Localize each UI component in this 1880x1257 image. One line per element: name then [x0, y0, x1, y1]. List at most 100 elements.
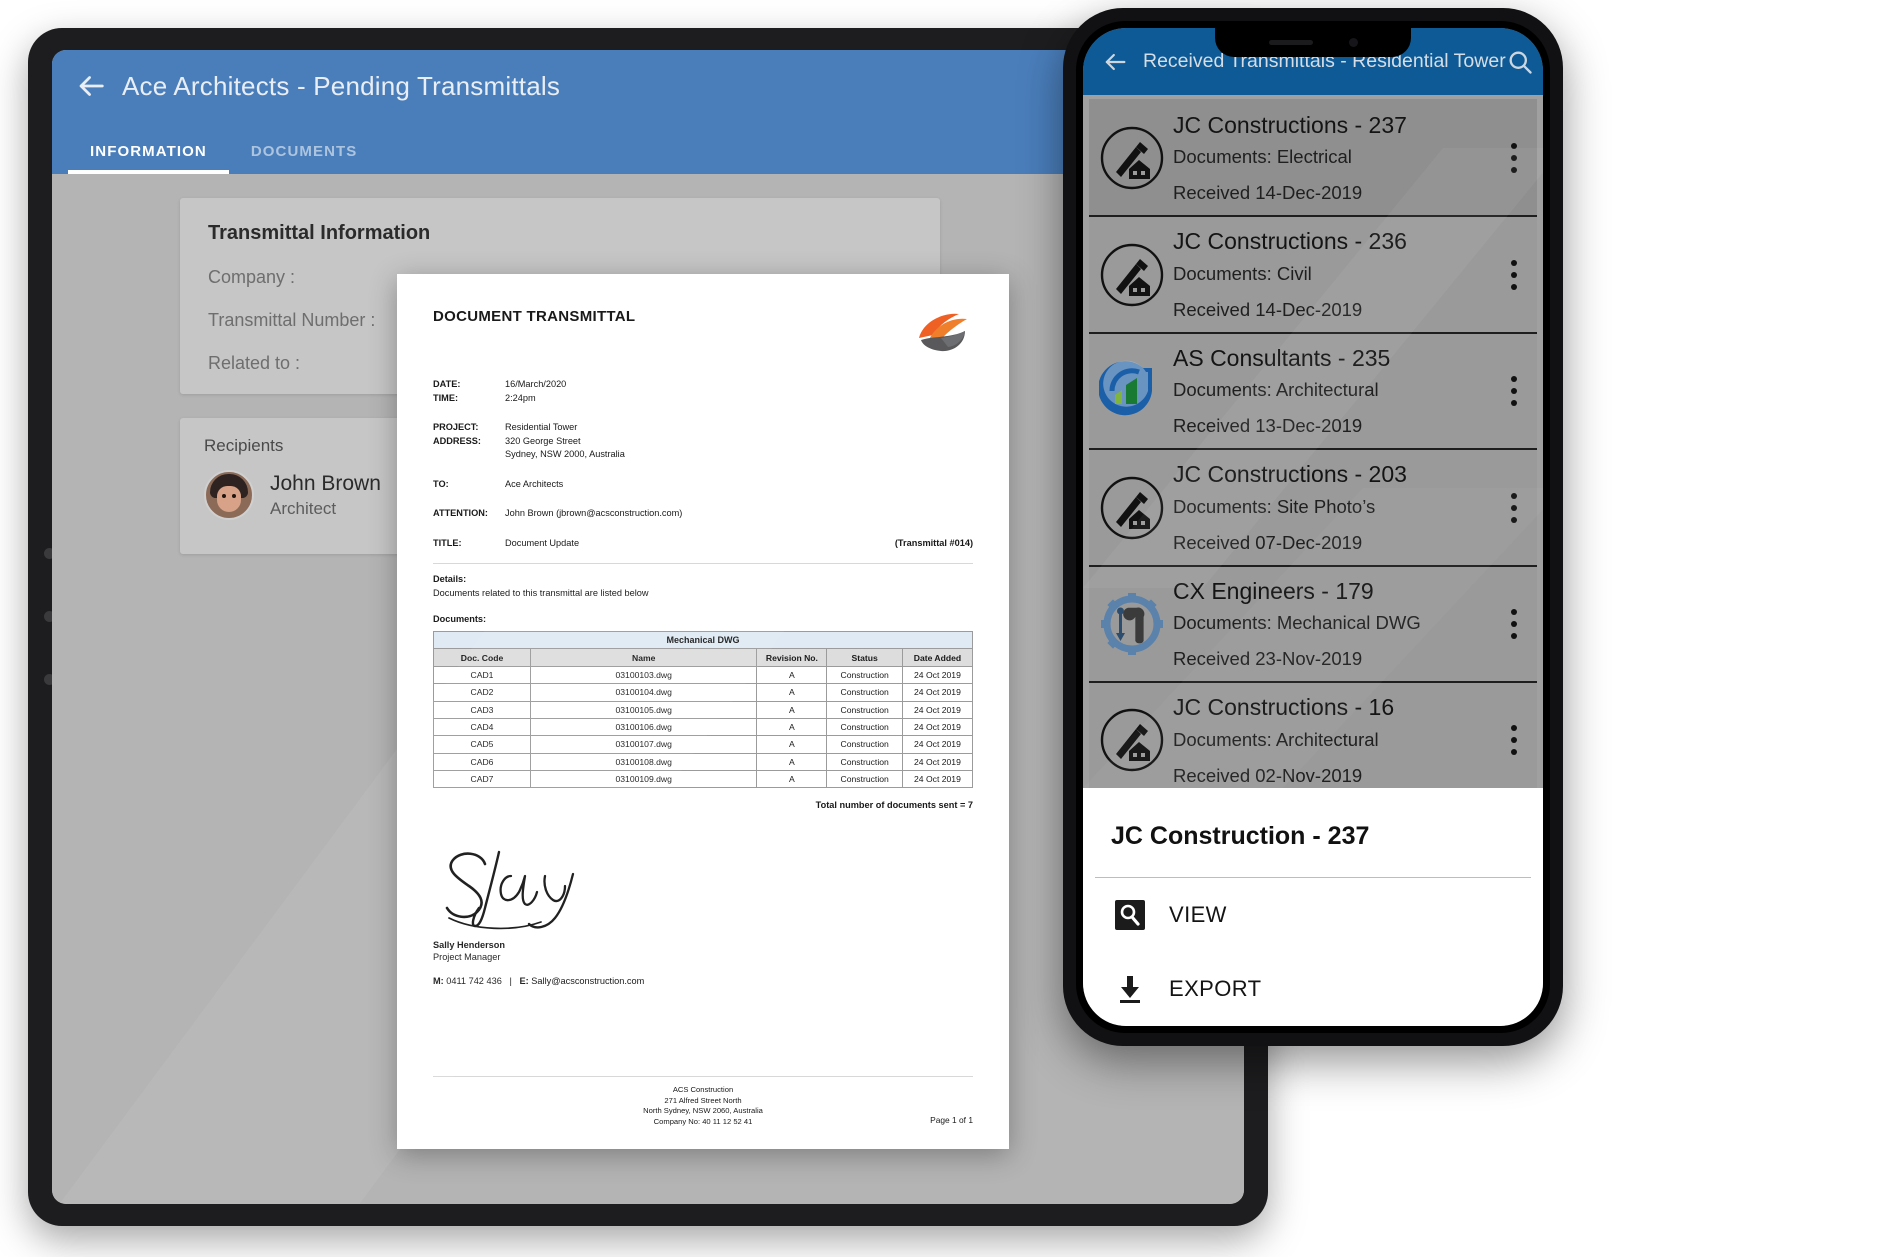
list-item[interactable]: JC Constructions - 203 Documents: Site Ph… — [1089, 450, 1537, 567]
col-revision-no: Revision No. — [756, 648, 828, 667]
arrow-left-icon[interactable] — [74, 69, 108, 103]
export-button-label: EXPORT — [1169, 976, 1262, 1001]
search-icon[interactable] — [1506, 48, 1534, 76]
gear-wrench-icon — [1099, 591, 1165, 657]
list-item[interactable]: JC Constructions - 16 Documents: Architec… — [1089, 683, 1537, 800]
avatar — [204, 470, 254, 520]
cell-doc-code: CAD6 — [432, 752, 532, 772]
table-row: CAD5 03100107.dwg A Construction 24 Oct 2019 — [432, 735, 974, 754]
list-item-date: Received 23-Nov-2019 — [1173, 648, 1363, 670]
cell-revision-no: A — [756, 752, 828, 772]
cell-name: 03100107.dwg — [530, 735, 758, 754]
list-item-date: Received 13-Dec-2019 — [1173, 415, 1363, 437]
list-item-text: JC Constructions - 237 Documents: Electri… — [1173, 112, 1501, 204]
cell-date-added: 24 Oct 2019 — [901, 665, 974, 685]
cell-date-added: 24 Oct 2019 — [901, 683, 974, 702]
more-vertical-icon[interactable] — [1501, 725, 1527, 756]
list-item-title: JC Constructions - 16 — [1173, 694, 1395, 721]
mobile-label: M: — [433, 976, 444, 987]
list-item[interactable]: CX Engineers - 179 Documents: Mechanical … — [1089, 566, 1537, 684]
export-button[interactable]: EXPORT — [1083, 952, 1543, 1026]
list-item-subtitle: Documents: Site Photo’s — [1173, 495, 1376, 517]
list-item-text: JC Constructions - 203 Documents: Site Ph… — [1173, 461, 1501, 553]
speaker-grille-icon — [1268, 40, 1313, 45]
tab-information[interactable]: INFORMATION — [68, 143, 229, 174]
doc-address-value: 320 George Street — [505, 435, 581, 446]
list-item-date: Received 02-Nov-2019 — [1173, 764, 1363, 786]
cell-name: 03100109.dwg — [530, 769, 758, 789]
cell-status: Construction — [826, 769, 903, 789]
list-item-text: JC Constructions - 16 Documents: Architec… — [1173, 694, 1501, 786]
doc-to-label: TO: — [433, 478, 449, 489]
signature-block — [433, 846, 973, 934]
table-row: CAD1 03100103.dwg A Construction 24 Oct 2019 — [432, 665, 974, 685]
doc-title-row: TITLE: Document Update (Transmittal #014… — [433, 537, 973, 551]
list-item-subtitle: Documents: Electrical — [1173, 146, 1352, 168]
cell-status: Construction — [826, 717, 903, 737]
doc-attention-label: ATTENTION: — [433, 508, 488, 518]
list-item-date: Received 14-Dec-2019 — [1173, 182, 1363, 204]
bottom-sheet: JC Construction - 237 VIEW EXPORT — [1083, 788, 1543, 1026]
details-text: Documents related to this transmittal ar… — [433, 588, 649, 598]
footer-line-2: 271 Alfred Street North — [664, 1095, 742, 1105]
email-label: E: — [519, 976, 529, 987]
list-item-title: JC Constructions - 203 — [1173, 461, 1407, 488]
cell-date-added: 24 Oct 2019 — [901, 735, 974, 754]
view-button-label: VIEW — [1169, 902, 1227, 927]
arrow-left-icon[interactable] — [1101, 48, 1129, 76]
list-item-title: CX Engineers - 179 — [1173, 577, 1374, 604]
list-item[interactable]: AS Consultants - 235 Documents: Architect… — [1089, 333, 1537, 451]
more-vertical-icon[interactable] — [1501, 608, 1527, 639]
cell-date-added: 24 Oct 2019 — [901, 717, 974, 737]
divider — [433, 563, 973, 564]
list-item[interactable]: JC Constructions - 236 Documents: Civil Re… — [1089, 217, 1537, 334]
tab-documents[interactable]: DOCUMENTS — [229, 143, 380, 174]
email-value: Sally@acsconstruction.com — [531, 976, 645, 987]
contact-separator: | — [509, 976, 512, 987]
cell-status: Construction — [826, 665, 903, 685]
signatory-name: Sally Henderson — [433, 940, 505, 951]
doc-time-value: 2:24pm — [505, 392, 536, 403]
transmittals-list[interactable]: JC Constructions - 237 Documents: Electri… — [1083, 95, 1543, 800]
list-item[interactable]: JC Constructions - 237 Documents: Electri… — [1089, 99, 1537, 218]
phone-notch — [1215, 28, 1411, 57]
cell-revision-no: A — [756, 735, 828, 754]
acs-construction-logo-icon — [915, 308, 973, 356]
list-item-subtitle: Documents: Mechanical DWG — [1173, 612, 1421, 634]
handwritten-signature-icon — [445, 851, 575, 930]
cell-status: Construction — [826, 735, 903, 754]
bottom-sheet-title: JC Construction - 237 — [1111, 822, 1370, 850]
more-vertical-icon[interactable] — [1501, 492, 1527, 523]
table-row: CAD4 03100106.dwg A Construction 24 Oct 2019 — [432, 717, 974, 737]
cell-doc-code: CAD5 — [432, 735, 532, 754]
list-item-text: CX Engineers - 179 Documents: Mechanical … — [1173, 578, 1501, 670]
phone-device: Received Transmittals - Residential Towe… — [1063, 8, 1563, 1046]
doc-attention-row: ATTENTION: John Brown (jbrown@acsconstru… — [433, 507, 973, 521]
more-vertical-icon[interactable] — [1501, 259, 1527, 290]
doc-title-value: Document Update — [505, 537, 580, 548]
download-icon — [1113, 972, 1147, 1006]
hammer-house-icon — [1099, 242, 1165, 308]
list-item-subtitle: Documents: Architectural — [1173, 379, 1379, 401]
signatory-contact: M: 0411 742 436 | E: Sally@acsconstructi… — [433, 976, 973, 986]
table-row: CAD7 03100109.dwg A Construction 24 Oct 2019 — [432, 769, 974, 789]
hammer-house-icon — [1099, 475, 1165, 541]
mobile-value: 0411 742 436 — [446, 976, 502, 987]
table-row: CAD3 03100105.dwg A Construction 24 Oct 2019 — [432, 700, 974, 719]
more-vertical-icon[interactable] — [1501, 376, 1527, 407]
document-header: DOCUMENT TRANSMITTAL — [433, 308, 973, 356]
footer-line-1: ACS Construction — [672, 1085, 734, 1094]
phone-bezel: Received Transmittals - Residential Towe… — [1076, 21, 1550, 1033]
more-vertical-icon[interactable] — [1501, 143, 1527, 174]
footer-line-3: North Sydney, NSW 2060, Australia — [643, 1106, 763, 1115]
list-item-subtitle: Documents: Architectural — [1173, 728, 1379, 750]
list-item-date: Received 14-Dec-2019 — [1173, 298, 1363, 320]
view-button[interactable]: VIEW — [1083, 878, 1543, 952]
doc-date-row: DATE: 16/March/2020 — [433, 378, 973, 392]
table-group-header: Mechanical DWG — [433, 630, 973, 650]
cell-status: Construction — [826, 700, 903, 719]
list-item-subtitle: Documents: Civil — [1173, 262, 1312, 284]
cell-name: 03100104.dwg — [530, 683, 758, 702]
doc-project-value: Residential Tower — [505, 422, 578, 432]
col-status: Status — [826, 648, 903, 667]
